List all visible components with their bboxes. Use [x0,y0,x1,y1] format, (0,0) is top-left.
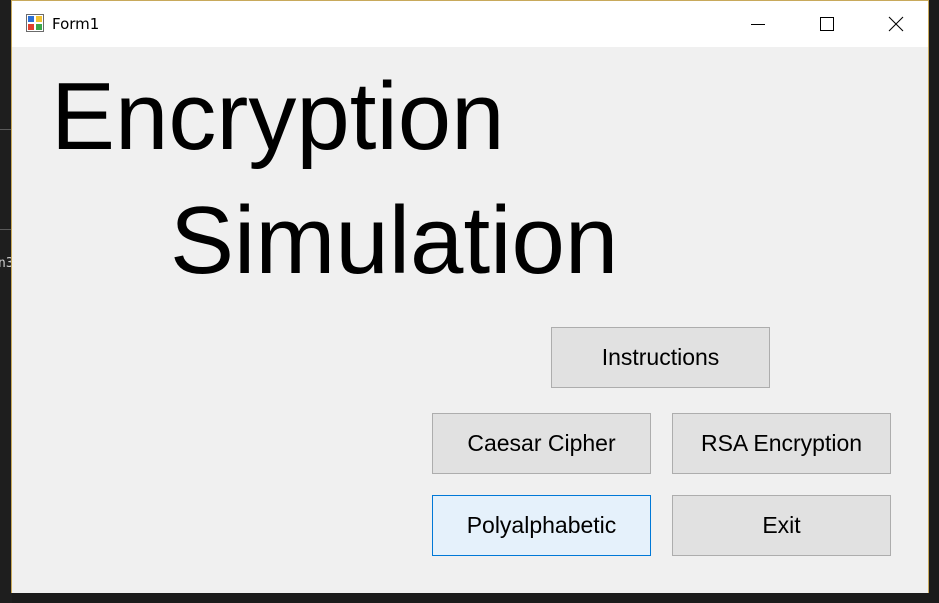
title-bar[interactable]: Form1 [12,1,928,47]
instructions-button[interactable]: Instructions [551,327,770,388]
close-button[interactable] [861,1,930,47]
window-title: Form1 [52,15,100,33]
form-window: Form1 Encryption Simulation Instructions… [11,0,929,593]
maximize-button[interactable] [792,1,861,47]
minimize-icon [750,24,765,25]
heading-line-1: Encryption [51,63,505,170]
heading-line-2: Simulation [170,187,619,294]
exit-button[interactable]: Exit [672,495,891,556]
rsa-encryption-button[interactable]: RSA Encryption [672,413,891,474]
close-icon [888,16,903,32]
caesar-cipher-button[interactable]: Caesar Cipher [432,413,651,474]
polyalphabetic-button[interactable]: Polyalphabetic [432,495,651,556]
minimize-button[interactable] [723,1,792,47]
app-icon [26,14,44,32]
maximize-icon [819,17,834,31]
